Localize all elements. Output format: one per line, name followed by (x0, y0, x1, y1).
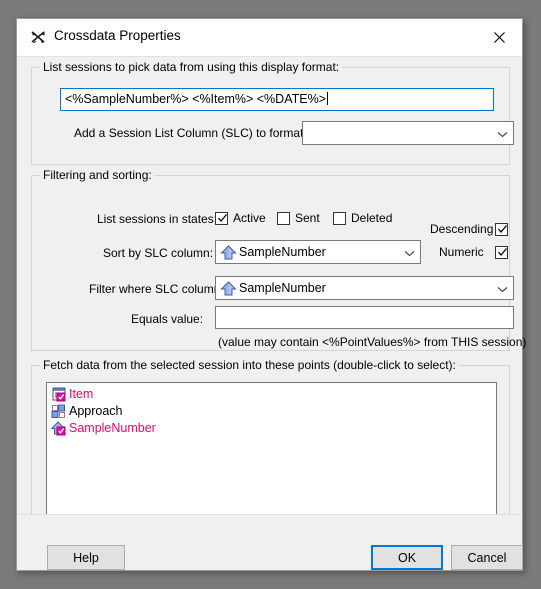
filter-combo[interactable]: SampleNumber (215, 276, 514, 300)
filter-label: Filter where SLC column: (89, 282, 224, 296)
help-button[interactable]: Help (47, 545, 125, 570)
help-button-label: Help (73, 550, 99, 565)
display-format-legend: List sessions to pick data from using th… (40, 60, 343, 74)
display-format-value: <%SampleNumber%> <%Item%> <%DATE%> (65, 92, 326, 106)
chevron-down-icon (497, 131, 508, 138)
filter-combo-value: SampleNumber (239, 281, 326, 295)
squares-point-icon (51, 404, 68, 419)
display-format-group: List sessions to pick data from using th… (31, 60, 514, 165)
list-item-label: Item (69, 387, 94, 401)
text-caret (327, 92, 328, 105)
ok-button-label: OK (397, 550, 417, 565)
sort-combo-value: SampleNumber (239, 245, 326, 259)
up-arrow-icon (220, 280, 237, 296)
crossdata-properties-dialog: Crossdata Properties List sessions to pi… (16, 18, 526, 571)
filter-combo-content: SampleNumber (220, 277, 489, 299)
slc-combo-value (307, 122, 489, 144)
cancel-button[interactable]: Cancel (451, 545, 523, 570)
list-item[interactable]: SampleNumber (47, 420, 496, 437)
list-item[interactable]: Approach (47, 403, 496, 420)
up-arrow-icon (220, 244, 237, 260)
ok-button[interactable]: OK (371, 545, 443, 570)
equals-value-input[interactable] (215, 306, 514, 329)
equals-label: Equals value: (131, 312, 204, 326)
sort-combo-content: SampleNumber (220, 241, 396, 263)
checkbox-deleted-label: Deleted (351, 211, 393, 225)
states-label: List sessions in states: (97, 212, 218, 226)
checkbox-active-label: Active (233, 211, 266, 225)
list-point-icon (51, 387, 68, 402)
checkbox-descending[interactable] (495, 223, 508, 236)
check-icon (497, 247, 508, 258)
close-icon[interactable] (477, 19, 522, 55)
filtering-sorting-group: Filtering and sorting: List sessions in … (31, 168, 526, 351)
filtering-sorting-legend: Filtering and sorting: (40, 168, 155, 182)
crossdata-icon (30, 29, 47, 46)
checkbox-sent[interactable] (277, 212, 290, 225)
equals-hint: (value may contain <%PointValues%> from … (218, 335, 527, 349)
slc-combo[interactable] (302, 121, 514, 145)
title-bar: Crossdata Properties (17, 19, 522, 57)
descending-label: Descending (430, 222, 494, 236)
chevron-down-icon (404, 250, 415, 257)
numeric-label: Numeric (439, 245, 484, 259)
up-arrow-point-icon (50, 421, 68, 436)
cancel-button-label: Cancel (467, 550, 507, 565)
list-item-label: Approach (69, 404, 123, 418)
checkbox-deleted[interactable] (333, 212, 346, 225)
list-item-label: SampleNumber (69, 421, 156, 435)
checkbox-active[interactable] (215, 212, 228, 225)
list-item[interactable]: Item (47, 386, 496, 403)
slc-label: Add a Session List Column (SLC) to forma… (74, 126, 307, 140)
sort-combo[interactable]: SampleNumber (215, 240, 421, 264)
check-icon (217, 213, 228, 224)
chevron-down-icon (497, 286, 508, 293)
checkbox-sent-label: Sent (295, 211, 320, 225)
fetch-points-group: Fetch data from the selected session int… (31, 358, 510, 534)
sort-label: Sort by SLC column: (103, 246, 214, 260)
fetch-points-legend: Fetch data from the selected session int… (40, 358, 459, 372)
display-format-input[interactable]: <%SampleNumber%> <%Item%> <%DATE%> (60, 88, 494, 111)
fetch-points-listbox[interactable]: Item Approach SampleNumber (46, 382, 497, 520)
checkbox-numeric[interactable] (495, 246, 508, 259)
window-title: Crossdata Properties (54, 28, 181, 43)
check-icon (497, 224, 508, 235)
